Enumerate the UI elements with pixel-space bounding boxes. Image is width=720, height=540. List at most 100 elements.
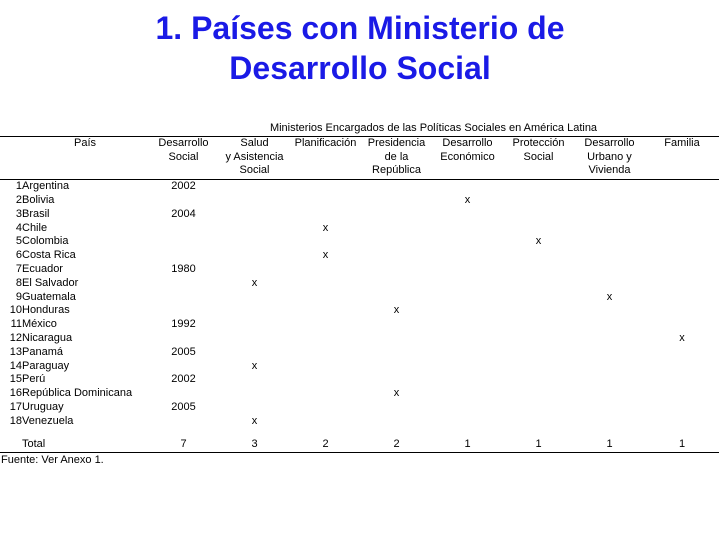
total-planificacion: 2 bbox=[290, 428, 361, 454]
country-name: Honduras bbox=[22, 304, 70, 317]
cell-proteccion-social bbox=[503, 180, 574, 194]
table-row: 13 Panamá 2005 bbox=[0, 346, 719, 360]
row-number: 17 bbox=[9, 400, 22, 413]
cell-desarrollo-urbano bbox=[574, 235, 645, 249]
column-header-desarrollo-urbano-l2: Urbano y bbox=[587, 150, 632, 163]
cell-desarrollo-economico bbox=[432, 360, 503, 374]
cell-salud bbox=[219, 180, 290, 194]
cell-salud bbox=[219, 401, 290, 415]
country-name: Guatemala bbox=[22, 290, 76, 303]
cell-presidencia bbox=[361, 249, 432, 263]
super-header-spacer-2 bbox=[22, 122, 148, 137]
total-desarrollo-urbano: 1 bbox=[574, 428, 645, 454]
column-header-presidencia: Presidencia de la República bbox=[361, 136, 432, 181]
table-row: 3 Brasil 2004 bbox=[0, 208, 719, 222]
cell-familia bbox=[645, 415, 719, 429]
country-name: Ecuador bbox=[22, 262, 63, 275]
total-presidencia: 2 bbox=[361, 428, 432, 454]
cell-desarrollo-social bbox=[148, 222, 219, 236]
cell-desarrollo-social: 2002 bbox=[171, 180, 196, 193]
cell-planificacion bbox=[290, 387, 361, 401]
cell-planificacion bbox=[290, 277, 361, 291]
cell-planificacion bbox=[290, 360, 361, 374]
cell-proteccion-social: x bbox=[535, 235, 542, 248]
column-header-presidencia-l1: Presidencia bbox=[367, 136, 426, 149]
column-header-desarrollo-economico-l2: Económico bbox=[440, 150, 495, 163]
table-super-header-row: Ministerios Encargados de las Políticas … bbox=[0, 122, 719, 137]
country-name: Paraguay bbox=[22, 359, 70, 372]
country-name: Panamá bbox=[22, 345, 63, 358]
row-number: 13 bbox=[9, 345, 22, 358]
page-title-line-1: 1. Países con Ministerio de bbox=[155, 10, 565, 46]
country-name: Bolivia bbox=[22, 193, 55, 206]
country-name: Brasil bbox=[22, 207, 50, 220]
column-header-familia: Familia bbox=[645, 136, 719, 181]
cell-familia bbox=[645, 180, 719, 194]
cell-desarrollo-urbano bbox=[574, 360, 645, 374]
cell-desarrollo-economico bbox=[432, 373, 503, 387]
table-source-note: Fuente: Ver Anexo 1. bbox=[1, 454, 104, 467]
row-number: 1 bbox=[15, 180, 22, 193]
row-number: 15 bbox=[9, 373, 22, 386]
cell-salud bbox=[219, 304, 290, 318]
cell-proteccion-social bbox=[503, 332, 574, 346]
cell-desarrollo-urbano bbox=[574, 263, 645, 277]
cell-planificacion bbox=[290, 194, 361, 208]
table-row: 9 Guatemala x bbox=[0, 291, 719, 305]
cell-familia bbox=[645, 235, 719, 249]
cell-familia bbox=[645, 249, 719, 263]
cell-familia bbox=[645, 291, 719, 305]
cell-salud bbox=[219, 332, 290, 346]
cell-proteccion-social bbox=[503, 360, 574, 374]
country-name: Costa Rica bbox=[22, 249, 76, 262]
table-super-header: Ministerios Encargados de las Políticas … bbox=[148, 122, 719, 137]
cell-salud bbox=[219, 318, 290, 332]
cell-proteccion-social bbox=[503, 277, 574, 291]
cell-desarrollo-social bbox=[148, 194, 219, 208]
cell-desarrollo-social bbox=[148, 415, 219, 429]
column-header-familia-l1: Familia bbox=[664, 136, 700, 149]
cell-presidencia bbox=[361, 180, 432, 194]
cell-presidencia bbox=[361, 360, 432, 374]
cell-presidencia: x bbox=[393, 304, 400, 317]
cell-desarrollo-urbano bbox=[574, 415, 645, 429]
table-row: 4 Chile x bbox=[0, 222, 719, 236]
cell-desarrollo-urbano bbox=[574, 277, 645, 291]
cell-desarrollo-urbano bbox=[574, 180, 645, 194]
column-header-presidencia-l3: República bbox=[372, 164, 421, 177]
cell-proteccion-social bbox=[503, 387, 574, 401]
row-number: 3 bbox=[15, 207, 22, 220]
cell-planificacion bbox=[290, 235, 361, 249]
cell-presidencia bbox=[361, 401, 432, 415]
table-row: 8 El Salvador x bbox=[0, 277, 719, 291]
cell-proteccion-social bbox=[503, 263, 574, 277]
cell-familia bbox=[645, 194, 719, 208]
cell-desarrollo-social: 1992 bbox=[171, 318, 196, 331]
cell-salud: x bbox=[251, 276, 258, 289]
table-row: 10 Honduras x bbox=[0, 304, 719, 318]
cell-salud bbox=[219, 194, 290, 208]
row-number: 14 bbox=[9, 359, 22, 372]
table-row: 11 México 1992 bbox=[0, 318, 719, 332]
cell-desarrollo-urbano bbox=[574, 304, 645, 318]
cell-salud bbox=[219, 387, 290, 401]
cell-desarrollo-social bbox=[148, 360, 219, 374]
cell-salud: x bbox=[251, 414, 258, 427]
cell-desarrollo-economico bbox=[432, 318, 503, 332]
cell-desarrollo-economico bbox=[432, 249, 503, 263]
page-title-line-2: Desarrollo Social bbox=[229, 50, 491, 86]
table-total-row: Total 7 3 2 2 1 1 1 1 bbox=[0, 428, 719, 454]
cell-desarrollo-economico bbox=[432, 387, 503, 401]
cell-proteccion-social bbox=[503, 373, 574, 387]
cell-desarrollo-urbano bbox=[574, 346, 645, 360]
cell-salud bbox=[219, 208, 290, 222]
table-row: 2 Bolivia x bbox=[0, 194, 719, 208]
cell-desarrollo-urbano bbox=[574, 387, 645, 401]
cell-desarrollo-economico bbox=[432, 235, 503, 249]
row-number: 11 bbox=[10, 318, 22, 331]
table-row: 7 Ecuador 1980 bbox=[0, 263, 719, 277]
cell-familia bbox=[645, 401, 719, 415]
table-body: Ministerios Encargados de las Políticas … bbox=[0, 122, 719, 454]
cell-desarrollo-urbano bbox=[574, 249, 645, 263]
cell-proteccion-social bbox=[503, 291, 574, 305]
